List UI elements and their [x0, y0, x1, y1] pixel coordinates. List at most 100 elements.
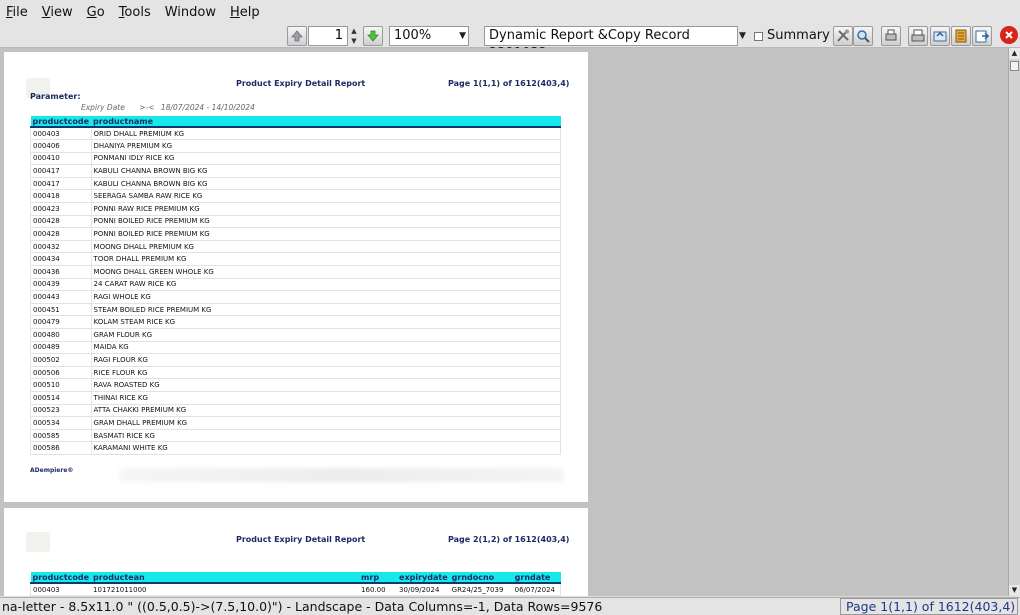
report-title-page-2: Product Expiry Detail Report	[236, 535, 366, 544]
next-page-button[interactable]	[363, 26, 383, 46]
zoom-select[interactable]: 100% ▼	[389, 26, 469, 46]
cell-grndate: 06/07/2024	[512, 583, 561, 596]
cell-productname: KABULI CHANNA BROWN BIG KG	[91, 164, 562, 178]
cell-productcode: 000489	[30, 341, 92, 355]
cell-productcode: 000480	[30, 328, 92, 342]
cell-expirydate: 30/09/2024	[397, 583, 450, 596]
cell-productname: THINAI RICE KG	[91, 391, 562, 405]
parameter-name: Expiry Date	[81, 103, 125, 112]
send-mail-icon	[933, 31, 947, 42]
cell-grndocno: GR24/25_7039	[449, 583, 513, 596]
cell-productname: GRAM FLOUR KG	[91, 328, 562, 342]
menu-window[interactable]: Window	[165, 5, 216, 20]
table-row: 000418 SEERAGA SAMBA RAW RICE KG	[30, 189, 562, 204]
column-header-productcode: productcode	[30, 116, 92, 128]
report-page-2: Product Expiry Detail Report Page 2(1,2)…	[4, 508, 588, 596]
cell-productcode: 000502	[30, 353, 92, 367]
column-header-productname: productname	[91, 116, 561, 128]
menu-view[interactable]: View	[42, 5, 73, 20]
cell-productcode: 000428	[30, 227, 92, 241]
cell-productcode: 000423	[30, 202, 92, 216]
company-logo-page-2	[26, 532, 50, 552]
scrollbar-thumb[interactable]	[1010, 61, 1019, 71]
cell-productcode: 000534	[30, 416, 92, 430]
cell-productcode: 000451	[30, 303, 92, 317]
cell-productname: 24 CARAT RAW RICE KG	[91, 278, 562, 292]
cell-productname: PONNI RAW RICE PREMIUM KG	[91, 202, 562, 216]
column-header-grndocno: grndocno	[449, 572, 513, 584]
table-row: 000403 101721011000 160.00 30/09/2024 GR…	[30, 583, 561, 596]
scroll-up-icon[interactable]: ▲	[1009, 48, 1020, 59]
cell-productname: MOONG DHALL PREMIUM KG	[91, 240, 562, 254]
footer-blurred-text	[119, 468, 564, 482]
column-header-mrp: mrp	[359, 572, 398, 584]
report-select[interactable]: Dynamic Report &Copy Record 2291032	[484, 26, 738, 61]
find-button[interactable]	[853, 26, 873, 46]
cell-productname: RAGI FLOUR KG	[91, 353, 562, 367]
report-viewport[interactable]: Product Expiry Detail Report Page 1(1,1)…	[0, 48, 1008, 596]
page-number-field[interactable]: 1	[308, 26, 348, 46]
report-page-1: Product Expiry Detail Report Page 1(1,1)…	[4, 52, 588, 502]
table-row: 000428 PONNI BOILED RICE PREMIUM KG	[30, 227, 562, 241]
table-row: 000506 RICE FLOUR KG	[30, 366, 562, 380]
menu-help[interactable]: Help	[230, 5, 260, 20]
page-spinner[interactable]: ▲ ▼	[350, 26, 358, 46]
customize-button[interactable]	[833, 26, 853, 46]
cell-productcode: 000514	[30, 391, 92, 405]
scroll-down-icon[interactable]: ▼	[1009, 585, 1020, 596]
table-row: 000434 TOOR DHALL PREMIUM KG	[30, 252, 562, 267]
archive-button[interactable]	[951, 26, 971, 46]
toolbar: 1 ▲ ▼ 100% ▼ Dynamic Report &Copy Record…	[0, 24, 1020, 61]
table-row: 000514 THINAI RICE KG	[30, 391, 562, 405]
cell-productname: STEAM BOILED RICE PREMIUM KG	[91, 303, 562, 317]
cell-productean: 101721011000	[91, 583, 360, 596]
cell-productname: KABULI CHANNA BROWN BIG KG	[91, 177, 562, 191]
cell-productname: PONNI BOILED RICE PREMIUM KG	[91, 215, 562, 229]
table-row: 000410 PONMANI IDLY RICE KG	[30, 152, 562, 166]
vertical-scrollbar[interactable]: ▲ ▼	[1008, 48, 1020, 596]
cell-productname: RAGI WHOLE KG	[91, 290, 562, 304]
close-icon	[1005, 31, 1013, 39]
spinner-down-icon[interactable]: ▼	[350, 36, 358, 46]
cell-productname: RICE FLOUR KG	[91, 366, 562, 380]
cell-productcode: 000418	[30, 189, 92, 204]
cell-productname: PONMANI IDLY RICE KG	[91, 152, 562, 166]
column-header-grndate: grndate	[512, 572, 561, 584]
menu-bar: File View Go Tools Window Help	[0, 0, 1020, 24]
export-button[interactable]	[972, 26, 992, 46]
cell-productname: KOLAM STEAM RICE KG	[91, 315, 562, 329]
report-dropdown-icon[interactable]: ▼	[739, 26, 749, 46]
menu-go[interactable]: Go	[87, 5, 105, 20]
summary-checkbox[interactable]	[754, 32, 763, 41]
table-row: 000428 PONNI BOILED RICE PREMIUM KG	[30, 215, 562, 229]
cell-productcode: 000439	[30, 278, 92, 292]
cell-productname: MAIDA KG	[91, 341, 562, 355]
send-mail-button[interactable]	[930, 26, 950, 46]
summary-toggle[interactable]: Summary	[752, 26, 830, 46]
report-table-page-1: productcode productname 000403 ORID DHALL…	[30, 116, 562, 455]
table-row: 000523 ATTA CHAKKI PREMIUM KG	[30, 404, 562, 418]
cell-productcode: 000585	[30, 429, 92, 443]
cell-productcode: 000428	[30, 215, 92, 229]
cell-productname: BASMATI RICE KG	[91, 429, 562, 443]
spinner-up-icon[interactable]: ▲	[350, 26, 358, 36]
cell-productcode: 000417	[30, 177, 92, 191]
table-row: 000480 GRAM FLOUR KG	[30, 328, 562, 342]
status-page-info: na-letter - 8.5x11.0 " ((0.5,0.5)->(7.5,…	[2, 599, 603, 614]
close-button[interactable]	[1000, 26, 1018, 44]
cell-productcode: 000406	[30, 139, 92, 153]
page-indicator-page-2: Page 2(1,2) of 1612(403,4)	[448, 535, 570, 544]
table-row: 000403 ORID DHALL PREMIUM KG	[30, 127, 562, 141]
print-preview-button[interactable]	[908, 26, 928, 46]
cell-productname: ATTA CHAKKI PREMIUM KG	[91, 404, 562, 418]
previous-page-button[interactable]	[287, 26, 307, 46]
zoom-value: 100%	[394, 28, 432, 43]
table-row: 000510 RAVA ROASTED KG	[30, 378, 562, 392]
page-indicator: Page 1(1,1) of 1612(403,4)	[448, 79, 570, 88]
table-header-row: productcode productname	[30, 116, 561, 128]
table-row: 000436 MOONG DHALL GREEN WHOLE KG	[30, 265, 562, 279]
print-button[interactable]	[881, 26, 901, 46]
table-row: 000489 MAIDA KG	[30, 341, 562, 355]
menu-file[interactable]: File	[6, 5, 28, 20]
menu-tools[interactable]: Tools	[119, 5, 151, 20]
